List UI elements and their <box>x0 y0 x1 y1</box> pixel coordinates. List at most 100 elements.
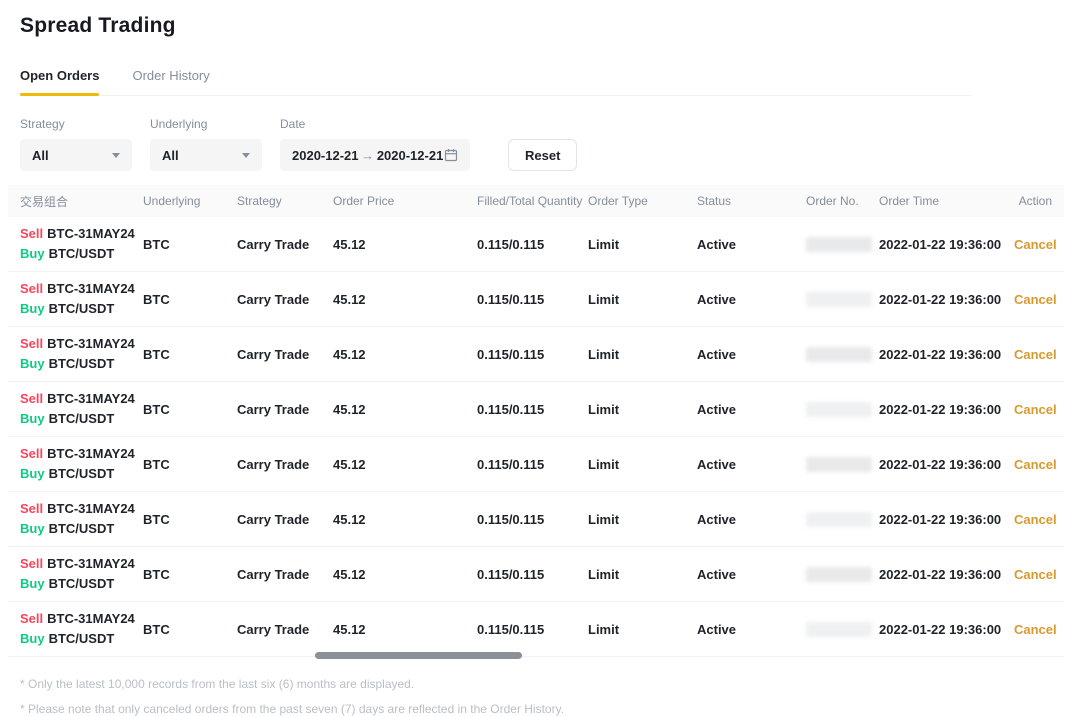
column-header-underlying: Underlying <box>143 194 237 208</box>
status-cell: Active <box>697 567 806 582</box>
column-header-order-no: Order No. <box>806 194 879 208</box>
pair-cell: SellBTC-31MAY24 BuyBTC/USDT <box>20 224 143 264</box>
order-no-redacted <box>806 292 872 307</box>
date-filter-label: Date <box>280 117 470 131</box>
cancel-link[interactable]: Cancel <box>1014 347 1057 362</box>
horizontal-scrollbar-thumb[interactable] <box>315 652 522 659</box>
column-header-pair: 交易组合 <box>20 193 143 210</box>
sell-side-label: Sell <box>20 391 43 406</box>
strategy-filter: Strategy All <box>20 117 132 171</box>
status-cell: Active <box>697 457 806 472</box>
order-no-redacted <box>806 622 872 637</box>
order-type-cell: Limit <box>588 512 697 527</box>
sell-symbol: BTC-31MAY24 <box>47 281 135 296</box>
orders-table: 交易组合 Underlying Strategy Order Price Fil… <box>8 185 1064 660</box>
strategy-cell: Carry Trade <box>237 292 333 307</box>
tab-open-orders[interactable]: Open Orders <box>20 68 99 95</box>
sell-side-label: Sell <box>20 226 43 241</box>
status-cell: Active <box>697 237 806 252</box>
underlying-cell: BTC <box>143 457 237 472</box>
underlying-select[interactable]: All <box>150 139 262 171</box>
chevron-down-icon <box>112 153 120 158</box>
table-row: SellBTC-31MAY24 BuyBTC/USDT BTC Carry Tr… <box>8 602 1064 657</box>
cancel-link[interactable]: Cancel <box>1014 457 1057 472</box>
reset-button[interactable]: Reset <box>508 139 577 171</box>
buy-side-label: Buy <box>20 631 45 646</box>
cancel-link[interactable]: Cancel <box>1014 622 1057 637</box>
cancel-link[interactable]: Cancel <box>1014 237 1057 252</box>
buy-symbol: BTC/USDT <box>49 631 115 646</box>
strategy-select[interactable]: All <box>20 139 132 171</box>
cancel-link[interactable]: Cancel <box>1014 512 1057 527</box>
sell-side-label: Sell <box>20 611 43 626</box>
column-header-order-time: Order Time <box>879 194 1014 208</box>
table-row: SellBTC-31MAY24 BuyBTC/USDT BTC Carry Tr… <box>8 437 1064 492</box>
cancel-link[interactable]: Cancel <box>1014 292 1057 307</box>
order-price-cell: 45.12 <box>333 292 477 307</box>
strategy-cell: Carry Trade <box>237 237 333 252</box>
underlying-cell: BTC <box>143 402 237 417</box>
pair-cell: SellBTC-31MAY24 BuyBTC/USDT <box>20 334 143 374</box>
sell-symbol: BTC-31MAY24 <box>47 501 135 516</box>
footnotes: * Only the latest 10,000 records from th… <box>20 677 1068 716</box>
footnote-records-limit: * Only the latest 10,000 records from th… <box>20 677 1068 691</box>
footnote-canceled-orders: * Please note that only canceled orders … <box>20 702 1068 716</box>
buy-symbol: BTC/USDT <box>49 356 115 371</box>
date-filter: Date 2020-12-21 → 2020-12-21 <box>280 117 470 171</box>
pair-cell: SellBTC-31MAY24 BuyBTC/USDT <box>20 609 143 649</box>
underlying-select-value: All <box>162 148 179 163</box>
column-header-order-type: Order Type <box>588 194 697 208</box>
order-price-cell: 45.12 <box>333 347 477 362</box>
buy-symbol: BTC/USDT <box>49 576 115 591</box>
spread-trading-page: Spread Trading Open Orders Order History… <box>0 0 1088 716</box>
buy-leg: Buy BTC/USDT <box>20 629 143 649</box>
order-type-cell: Limit <box>588 622 697 637</box>
underlying-filter: Underlying All <box>150 117 262 171</box>
sell-side-label: Sell <box>20 336 43 351</box>
strategy-cell: Carry Trade <box>237 457 333 472</box>
sell-symbol: BTC-31MAY24 <box>47 391 135 406</box>
cancel-link[interactable]: Cancel <box>1014 402 1057 417</box>
strategy-cell: Carry Trade <box>237 567 333 582</box>
horizontal-scrollbar <box>8 652 1064 660</box>
date-range-input[interactable]: 2020-12-21 → 2020-12-21 <box>280 139 470 171</box>
buy-symbol: BTC/USDT <box>49 411 115 426</box>
filled-total-cell: 0.115/0.115 <box>477 567 588 582</box>
filled-total-cell: 0.115/0.115 <box>477 347 588 362</box>
strategy-cell: Carry Trade <box>237 347 333 362</box>
table-row: SellBTC-31MAY24 BuyBTC/USDT BTC Carry Tr… <box>8 492 1064 547</box>
buy-leg: BuyBTC/USDT <box>20 244 143 264</box>
buy-side-label: Buy <box>20 521 45 536</box>
order-type-cell: Limit <box>588 402 697 417</box>
buy-side-label: Buy <box>20 246 45 261</box>
sell-symbol: BTC-31MAY24 <box>47 336 135 351</box>
sell-leg: SellBTC-31MAY24 <box>20 224 143 244</box>
sell-leg: SellBTC-31MAY24 <box>20 499 143 519</box>
status-cell: Active <box>697 292 806 307</box>
pair-cell: SellBTC-31MAY24 BuyBTC/USDT <box>20 554 143 594</box>
table-row: SellBTC-31MAY24 BuyBTC/USDT BTC Carry Tr… <box>8 272 1064 327</box>
order-time-cell: 2022-01-22 19:36:00 <box>879 512 1014 527</box>
table-row: SellBTC-31MAY24 BuyBTC/USDT BTC Carry Tr… <box>8 547 1064 602</box>
order-time-cell: 2022-01-22 19:36:00 <box>879 622 1014 637</box>
strategy-cell: Carry Trade <box>237 402 333 417</box>
order-type-cell: Limit <box>588 292 697 307</box>
buy-leg: BuyBTC/USDT <box>20 299 143 319</box>
status-cell: Active <box>697 512 806 527</box>
order-type-cell: Limit <box>588 457 697 472</box>
cancel-link[interactable]: Cancel <box>1014 567 1057 582</box>
pair-cell: SellBTC-31MAY24 BuyBTC/USDT <box>20 389 143 429</box>
underlying-cell: BTC <box>143 237 237 252</box>
sell-leg: Sell BTC-31MAY24 <box>20 334 143 354</box>
column-header-strategy: Strategy <box>237 194 333 208</box>
tab-bar: Open Orders Order History <box>20 68 972 96</box>
underlying-cell: BTC <box>143 292 237 307</box>
tab-order-history[interactable]: Order History <box>132 68 209 95</box>
pair-cell: SellBTC-31MAY24 BuyBTC/USDT <box>20 279 143 319</box>
buy-leg: BuyBTC/USDT <box>20 519 143 539</box>
order-time-cell: 2022-01-22 19:36:00 <box>879 347 1014 362</box>
order-type-cell: Limit <box>588 567 697 582</box>
buy-leg: BuyBTC/USDT <box>20 574 143 594</box>
order-time-cell: 2022-01-22 19:36:00 <box>879 237 1014 252</box>
underlying-cell: BTC <box>143 567 237 582</box>
